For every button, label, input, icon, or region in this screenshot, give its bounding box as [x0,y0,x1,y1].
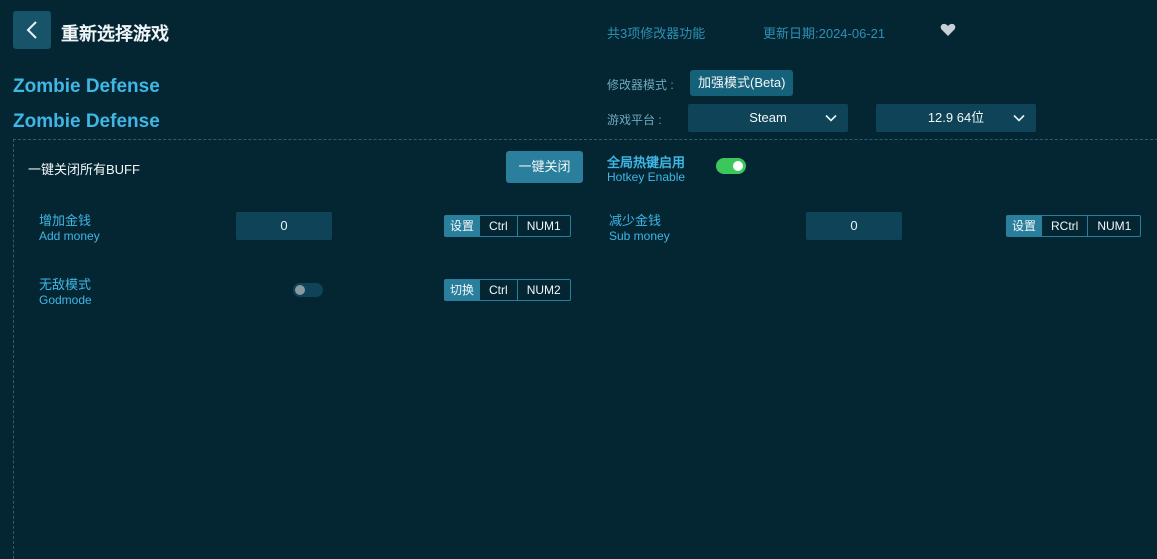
hotkey-key: Ctrl [479,280,517,300]
hotkey-toggle[interactable] [716,158,746,174]
platform-select[interactable]: Steam [688,104,848,132]
hotkey-label: 全局热键启用 [607,155,686,170]
feature-name: 增加金钱 [39,213,92,228]
feature-name-en: Godmode [39,293,92,307]
hotkey-action: 设置 [1007,216,1042,236]
toggle-knob [733,161,743,171]
toggle-knob [295,285,305,295]
close-all-button[interactable]: 一键关闭 [506,151,583,183]
hotkey-key: NUM1 [1087,216,1140,236]
feature-name-en: Add money [39,229,100,243]
platform-label: 游戏平台 : [607,113,662,127]
godmode-hotkey[interactable]: 切换 Ctrl NUM2 [444,279,571,301]
mode-badge[interactable]: 加强模式(Beta) [690,70,794,96]
update-date: 更新日期:2024-06-21 [763,26,886,41]
favorite-button[interactable] [940,23,956,42]
game-name-secondary: Zombie Defense [13,111,160,132]
heart-icon [940,23,956,36]
add-money-hotkey[interactable]: 设置 Ctrl NUM1 [444,215,571,237]
platform-select-value: Steam [749,110,787,125]
feature-name-en: Sub money [609,229,670,243]
chevron-down-icon [1013,114,1025,122]
version-select[interactable]: 12.9 64位 [876,104,1036,132]
page-title: 重新选择游戏 [61,24,169,44]
feature-name: 减少金钱 [609,213,662,228]
game-name: Zombie Defense [13,76,160,97]
hotkey-key: RCtrl [1041,216,1087,236]
godmode-toggle[interactable] [293,283,323,297]
feature-name: 无敌模式 [39,277,92,292]
hotkey-label-en: Hotkey Enable [607,170,686,184]
add-money-input[interactable]: 0 [236,212,332,240]
chevron-left-icon [26,21,37,39]
sub-money-hotkey[interactable]: 设置 RCtrl NUM1 [1006,215,1142,237]
version-select-value: 12.9 64位 [927,110,985,125]
hotkey-action: 设置 [445,216,480,236]
chevron-down-icon [825,114,837,122]
mode-label: 修改器模式 : [607,78,674,92]
features-panel [13,139,1157,559]
back-button[interactable] [13,11,51,49]
hotkey-action: 切换 [445,280,480,300]
hotkey-key: NUM2 [516,280,570,300]
buff-label: 一键关闭所有BUFF [28,162,140,177]
sub-money-input[interactable]: 0 [806,212,902,240]
hotkey-key: NUM1 [516,216,570,236]
feature-count: 共3项修改器功能 [607,26,706,41]
hotkey-key: Ctrl [479,216,517,236]
